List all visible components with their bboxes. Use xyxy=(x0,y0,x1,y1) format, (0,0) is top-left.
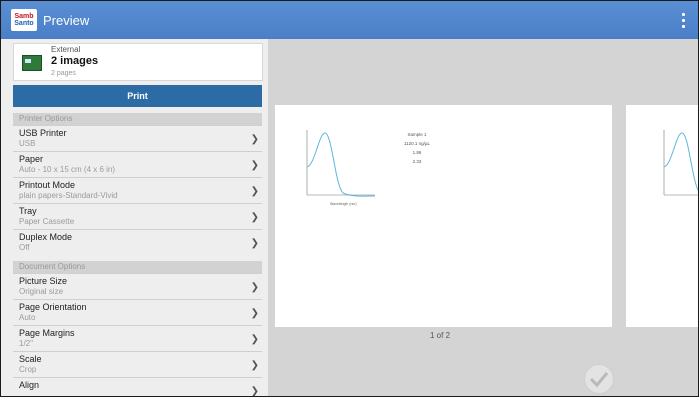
app-window: Samb Santo Preview External 2 images 2 p… xyxy=(0,0,699,397)
setting-value: Off xyxy=(19,243,30,252)
image-thumbnail-icon xyxy=(22,55,42,71)
chevron-right-icon: ❯ xyxy=(250,160,259,171)
setting-picture-size[interactable]: Picture Size Original size ❯ xyxy=(13,273,262,299)
preview-page-next[interactable] xyxy=(626,105,698,327)
setting-paper[interactable]: Paper Auto - 10 x 15 cm (4 x 6 in) ❯ xyxy=(13,151,262,177)
chevron-right-icon: ❯ xyxy=(250,134,259,145)
print-button[interactable]: Print xyxy=(13,85,262,107)
setting-value: Auto xyxy=(19,313,36,322)
setting-usb-printer[interactable]: USB Printer USB ❯ xyxy=(13,125,262,151)
page-image: Wavelength (nm) xyxy=(306,130,376,206)
setting-label: Printout Mode xyxy=(19,180,76,190)
sample-label: Sample 1 xyxy=(407,132,427,137)
setting-label: Paper xyxy=(19,154,44,164)
overflow-menu-icon[interactable] xyxy=(682,13,686,28)
chevron-right-icon: ❯ xyxy=(250,308,259,319)
setting-value: 1/2" xyxy=(19,339,33,348)
selected-check-icon[interactable] xyxy=(584,364,614,394)
app-title: Preview xyxy=(43,12,90,28)
app-logo[interactable]: Samb Santo xyxy=(11,9,37,31)
source-count: 2 images xyxy=(51,55,99,67)
chevron-right-icon: ❯ xyxy=(250,282,259,293)
chevron-right-icon: ❯ xyxy=(250,334,259,345)
page-indicator: 1 of 2 xyxy=(430,331,451,340)
setting-value: USB xyxy=(19,139,36,148)
chevron-right-icon: ❯ xyxy=(250,238,259,249)
setting-value: Auto - 10 x 15 cm (4 x 6 in) xyxy=(19,165,116,174)
setting-value: Crop xyxy=(19,365,37,374)
setting-value: Paper Cassette xyxy=(19,217,75,226)
section-document-options: Document Options xyxy=(13,261,262,273)
logo-text-top: Samb xyxy=(14,13,34,20)
setting-label: Scale xyxy=(19,354,42,364)
logo-text-bottom: Santo xyxy=(14,20,34,27)
setting-tray[interactable]: Tray Paper Cassette ❯ xyxy=(13,203,262,229)
page-image xyxy=(663,130,698,196)
preview-page[interactable]: Wavelength (nm) Sample 1 1120.1 ng/µL 1.… xyxy=(275,105,614,394)
sample-value: 1120.1 ng/µL xyxy=(403,141,431,146)
setting-align[interactable]: Align ❯ xyxy=(13,377,262,396)
setting-label: USB Printer xyxy=(19,128,67,138)
setting-page-orientation[interactable]: Page Orientation Auto ❯ xyxy=(13,299,262,325)
setting-value: Original size xyxy=(19,287,64,296)
source-card[interactable]: External 2 images 2 pages xyxy=(13,43,263,81)
chevron-right-icon: ❯ xyxy=(250,386,259,396)
setting-label: Picture Size xyxy=(19,276,68,286)
svg-text:Wavelength (nm): Wavelength (nm) xyxy=(330,202,357,206)
chevron-right-icon: ❯ xyxy=(250,360,259,371)
setting-label: Duplex Mode xyxy=(19,232,73,242)
chevron-right-icon: ❯ xyxy=(250,212,259,223)
preview-area[interactable]: Wavelength (nm) Sample 1 1120.1 ng/µL 1.… xyxy=(268,39,698,396)
setting-label: Tray xyxy=(19,206,37,216)
settings-panel: External 2 images 2 pages Print Printer … xyxy=(1,39,268,396)
sample-value2: 1.86 xyxy=(412,150,422,155)
source-kind: External xyxy=(51,45,81,54)
section-printer-options: Printer Options xyxy=(13,113,262,125)
setting-printout-mode[interactable]: Printout Mode plain papers-Standard-Vivi… xyxy=(13,177,262,203)
setting-page-margins[interactable]: Page Margins 1/2" ❯ xyxy=(13,325,262,351)
setting-value: plain papers-Standard-Vivid xyxy=(19,191,118,200)
app-bar: Samb Santo Preview xyxy=(1,1,698,39)
sample-data: Sample 1 1120.1 ng/µL 1.86 2.33 xyxy=(397,130,437,166)
source-pages: 2 pages xyxy=(51,70,76,77)
sample-value3: 2.33 xyxy=(412,159,422,164)
setting-label: Align xyxy=(19,380,40,390)
setting-label: Page Margins xyxy=(19,328,75,338)
setting-scale[interactable]: Scale Crop ❯ xyxy=(13,351,262,377)
chevron-right-icon: ❯ xyxy=(250,186,259,197)
setting-duplex-mode[interactable]: Duplex Mode Off ❯ xyxy=(13,229,262,255)
setting-label: Page Orientation xyxy=(19,302,87,312)
